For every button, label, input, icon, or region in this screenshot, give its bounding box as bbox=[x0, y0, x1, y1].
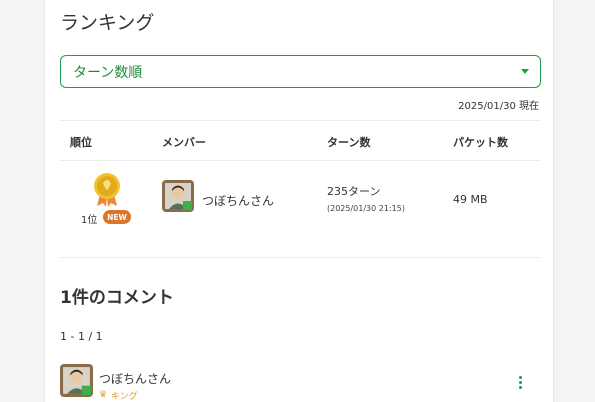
sort-select[interactable]: ターン数順 bbox=[60, 55, 541, 88]
comments-title: 1件のコメント bbox=[60, 288, 174, 308]
column-header-rank: 順位 bbox=[70, 136, 92, 149]
divider bbox=[60, 120, 541, 121]
as-of-date: 2025/01/30 現在 bbox=[458, 101, 539, 112]
more-options-icon[interactable] bbox=[517, 376, 523, 392]
column-header-packets: パケット数 bbox=[453, 136, 508, 149]
column-header-turns: ターン数 bbox=[327, 136, 371, 149]
divider bbox=[60, 160, 541, 161]
comment-author-role: キング bbox=[111, 392, 138, 402]
chevron-down-icon bbox=[521, 69, 529, 74]
comment-avatar[interactable] bbox=[60, 364, 93, 397]
sort-select-value: ターン数順 bbox=[73, 64, 143, 81]
divider bbox=[60, 257, 541, 258]
avatar[interactable] bbox=[162, 180, 194, 212]
column-header-member: メンバー bbox=[162, 136, 206, 149]
turn-count-date: (2025/01/30 21:15) bbox=[327, 204, 405, 213]
new-badge: NEW bbox=[103, 210, 131, 224]
rank-label: 1位 bbox=[81, 215, 98, 226]
gold-medal-icon bbox=[94, 173, 120, 207]
comment-author-name[interactable]: つぼちんさん bbox=[99, 370, 171, 387]
ranking-card: ランキング ターン数順 2025/01/30 現在 順位 メンバー ターン数 パ… bbox=[44, 0, 554, 402]
crown-icon: ♛ bbox=[99, 390, 108, 400]
packet-count: 49 MB bbox=[453, 193, 488, 206]
comment-pager: 1 - 1 / 1 bbox=[60, 330, 103, 343]
member-name[interactable]: つぼちんさん bbox=[202, 192, 274, 209]
ranking-title: ランキング bbox=[60, 12, 155, 34]
turn-count: 235ターン bbox=[327, 185, 381, 198]
